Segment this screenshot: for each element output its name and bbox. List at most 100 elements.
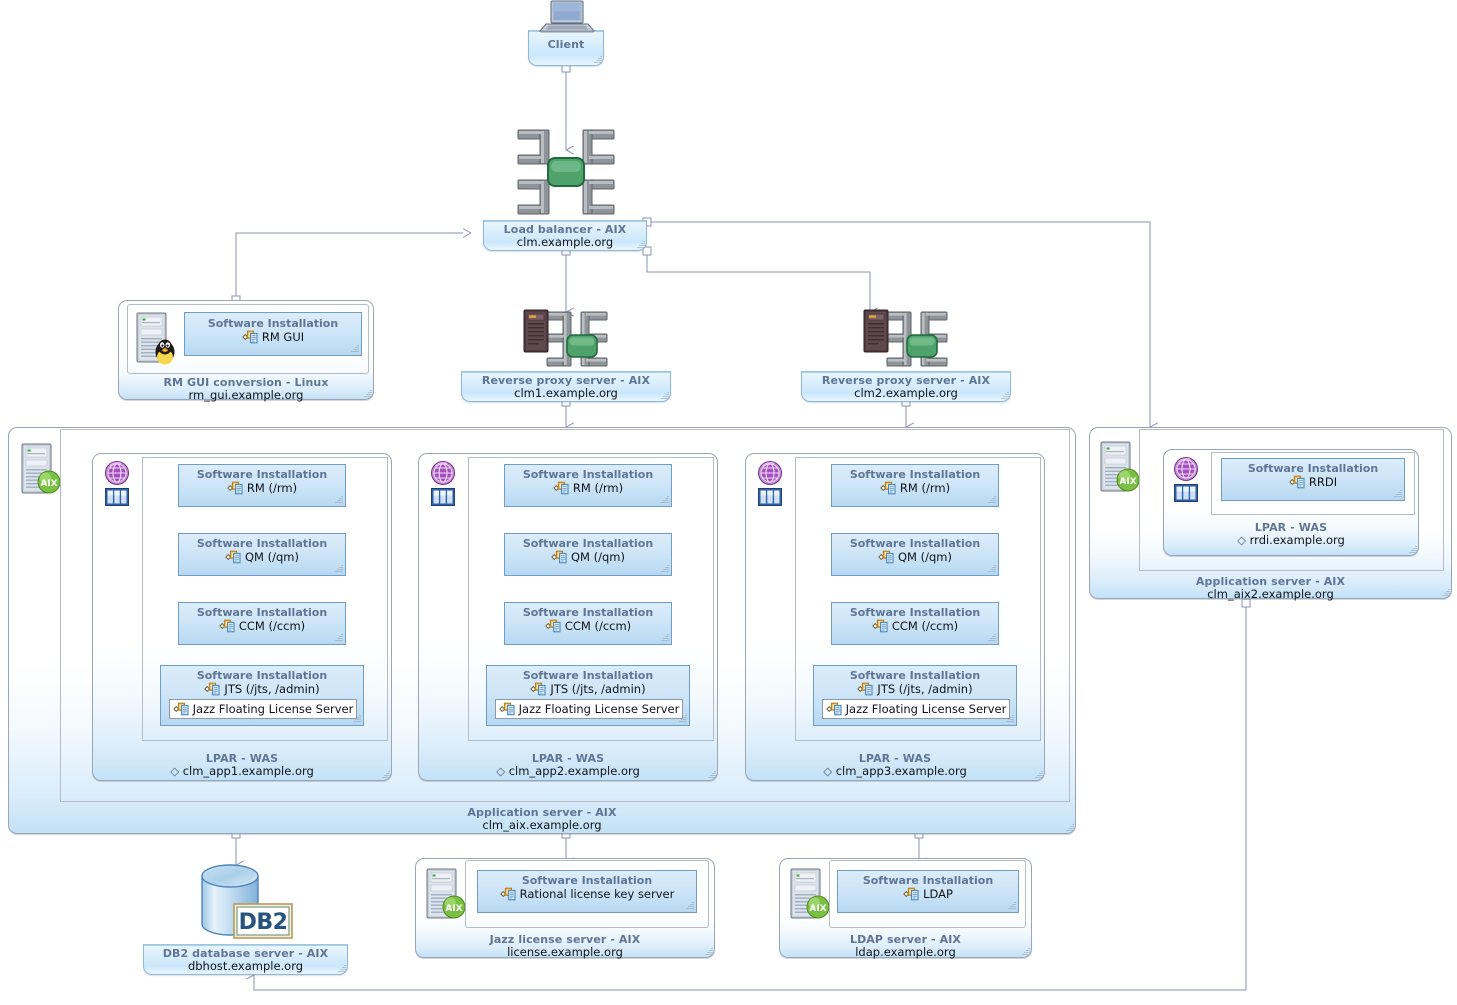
resize-grip	[1007, 901, 1016, 910]
sw-install-rm[interactable]: Software Installation RM (/rm)	[178, 464, 346, 507]
sw-install-label: Software Installation	[522, 606, 654, 619]
proxy-icon	[861, 308, 953, 374]
install-glyph-icon	[1289, 475, 1306, 489]
sw-install-ccm[interactable]: Software Installation CCM (/ccm)	[504, 602, 672, 645]
node-application-server-2[interactable]: AIX Software Installation RRDI LPAR - WA…	[1089, 427, 1452, 601]
server-cluster-icon	[758, 488, 782, 506]
sw-install-label: Software Installation	[196, 606, 328, 619]
sw-install-name: Rational license key server	[519, 887, 675, 901]
resize-grip	[636, 240, 645, 249]
sw-install-jts[interactable]: Software Installation JTS (/jts, /admin)…	[160, 665, 364, 726]
server-linux-icon	[133, 310, 179, 366]
node-lpar-2[interactable]: Software Installation RM (/rm) Software …	[418, 453, 718, 781]
node-lpar-rrdi[interactable]: Software Installation RRDI LPAR - WAS ◇ …	[1163, 449, 1419, 556]
load-balancer-icon	[516, 122, 616, 222]
node-reverse-proxy-1[interactable]: Reverse proxy server - AIX clm1.example.…	[461, 371, 671, 402]
node-lpar-1[interactable]: Software Installation RM (/rm) Software …	[92, 453, 392, 781]
sw-install-name: QM (/qm)	[898, 550, 952, 564]
install-glyph-icon	[872, 619, 889, 633]
resize-grip	[987, 564, 996, 573]
sw-install-item: JTS (/jts, /admin)	[814, 682, 1016, 696]
resize-grip	[1034, 770, 1043, 779]
sw-install-label: Software Installation	[521, 874, 653, 887]
sw-install-name: CCM (/ccm)	[891, 619, 959, 633]
install-glyph-icon	[227, 481, 244, 495]
proxy-icon	[521, 308, 613, 374]
sw-install-child-name: Jazz Floating License Server	[518, 702, 680, 716]
topology-diagram: Client Load balancer - AIX clm.example.o…	[0, 0, 1457, 1005]
sw-install-item: RRDI	[1222, 475, 1404, 489]
sw-install-ccm[interactable]: Software Installation CCM (/ccm)	[178, 602, 346, 645]
node-client[interactable]: Client	[528, 30, 604, 66]
sw-install-rrdi[interactable]: Software Installation RRDI	[1221, 458, 1405, 501]
sw-install-ldap[interactable]: Software Installation LDAP	[837, 870, 1019, 913]
sw-install-name: QM (/qm)	[571, 550, 625, 564]
sw-install-child-jazz-floating-license-server[interactable]: Jazz Floating License Server	[822, 699, 1010, 719]
resize-grip	[987, 633, 996, 642]
node-reverse-proxy-2[interactable]: Reverse proxy server - AIX clm2.example.…	[801, 371, 1011, 402]
load-balancer-host: clm.example.org	[516, 235, 614, 249]
sw-install-child-name: Jazz Floating License Server	[845, 702, 1007, 716]
resize-grip	[1393, 489, 1402, 498]
install-glyph-icon	[499, 887, 517, 901]
sw-install-rm[interactable]: Software Installation RM (/rm)	[504, 464, 672, 507]
install-glyph-icon	[219, 619, 236, 633]
sw-install-qm[interactable]: Software Installation QM (/qm)	[178, 533, 346, 576]
sw-install-label: Software Installation	[196, 537, 328, 550]
sw-install-item: Rational license key server	[478, 887, 696, 901]
sw-install-rm[interactable]: Software Installation RM (/rm)	[831, 464, 999, 507]
resize-grip	[363, 389, 372, 398]
server-cluster-icon	[1174, 484, 1198, 502]
sw-install-label: Software Installation	[849, 669, 981, 682]
sw-install-qm[interactable]: Software Installation QM (/qm)	[504, 533, 672, 576]
resize-grip	[334, 495, 343, 504]
sw-install-name: RM (/rm)	[572, 481, 624, 495]
sw-install-label: Software Installation	[849, 468, 981, 481]
sw-install-name: RM (/rm)	[899, 481, 951, 495]
license-host: license.example.org	[507, 945, 623, 959]
db2-cylinder-icon: DB2	[196, 862, 296, 946]
sw-install-item: JTS (/jts, /admin)	[487, 682, 689, 696]
sw-install-label: Software Installation	[522, 537, 654, 550]
web-server-globe-icon	[430, 460, 456, 486]
lpar3-host: ◇ clm_app3.example.org	[823, 764, 967, 778]
node-db2-database-server[interactable]: DB2 database server - AIX dbhost.example…	[143, 944, 348, 975]
resize-grip	[334, 633, 343, 642]
sw-install-ccm[interactable]: Software Installation CCM (/ccm)	[831, 602, 999, 645]
sw-install-jts[interactable]: Software Installation JTS (/jts, /admin)…	[486, 665, 690, 726]
sw-install-label: Software Installation	[207, 317, 339, 330]
install-glyph-icon	[242, 330, 259, 344]
sw-install-name: RM (/rm)	[246, 481, 298, 495]
application-server-host: clm_aix.example.org	[482, 818, 602, 832]
resize-grip	[707, 770, 716, 779]
resize-grip	[987, 495, 996, 504]
sw-install-label: Software Installation	[522, 468, 654, 481]
resize-grip	[660, 633, 669, 642]
sw-install-item: JTS (/jts, /admin)	[161, 682, 363, 696]
node-ldap-server[interactable]: AIX Software Installation LDAP LDAP serv…	[779, 858, 1032, 959]
server-aix-icon: AIX	[787, 866, 833, 922]
node-lpar-3[interactable]: Software Installation RM (/rm) Software …	[745, 453, 1045, 781]
resize-grip	[704, 947, 713, 956]
resize-grip	[1065, 823, 1074, 832]
sw-install-child-jazz-floating-license-server[interactable]: Jazz Floating License Server	[169, 699, 357, 719]
sw-install-item: QM (/qm)	[179, 550, 345, 564]
install-glyph-icon	[880, 481, 897, 495]
sw-install-qm[interactable]: Software Installation QM (/qm)	[831, 533, 999, 576]
sw-install-child-jazz-floating-license-server[interactable]: Jazz Floating License Server	[495, 699, 683, 719]
sw-install-name: JTS (/jts, /admin)	[877, 682, 973, 696]
sw-install-jts[interactable]: Software Installation JTS (/jts, /admin)…	[813, 665, 1017, 726]
node-load-balancer[interactable]: Load balancer - AIX clm.example.org	[483, 220, 647, 251]
server-aix-icon: AIX	[18, 441, 64, 497]
sw-install-item: QM (/qm)	[832, 550, 998, 564]
sw-install-name: RRDI	[1308, 475, 1338, 489]
sw-install-rm-gui[interactable]: Software Installation RM GUI	[184, 312, 362, 356]
proxy2-host: clm2.example.org	[854, 386, 958, 400]
svg-text:AIX: AIX	[1119, 477, 1136, 487]
sw-install-name: QM (/qm)	[245, 550, 299, 564]
node-jazz-license-server[interactable]: AIX Software Installation Rational licen…	[415, 858, 715, 959]
node-rm-gui-conversion[interactable]: Software Installation RM GUI RM GUI conv…	[118, 300, 374, 402]
web-server-globe-icon	[104, 460, 130, 486]
svg-text:AIX: AIX	[40, 479, 57, 489]
sw-install-rational-license-key-server[interactable]: Software Installation Rational license k…	[477, 870, 697, 913]
